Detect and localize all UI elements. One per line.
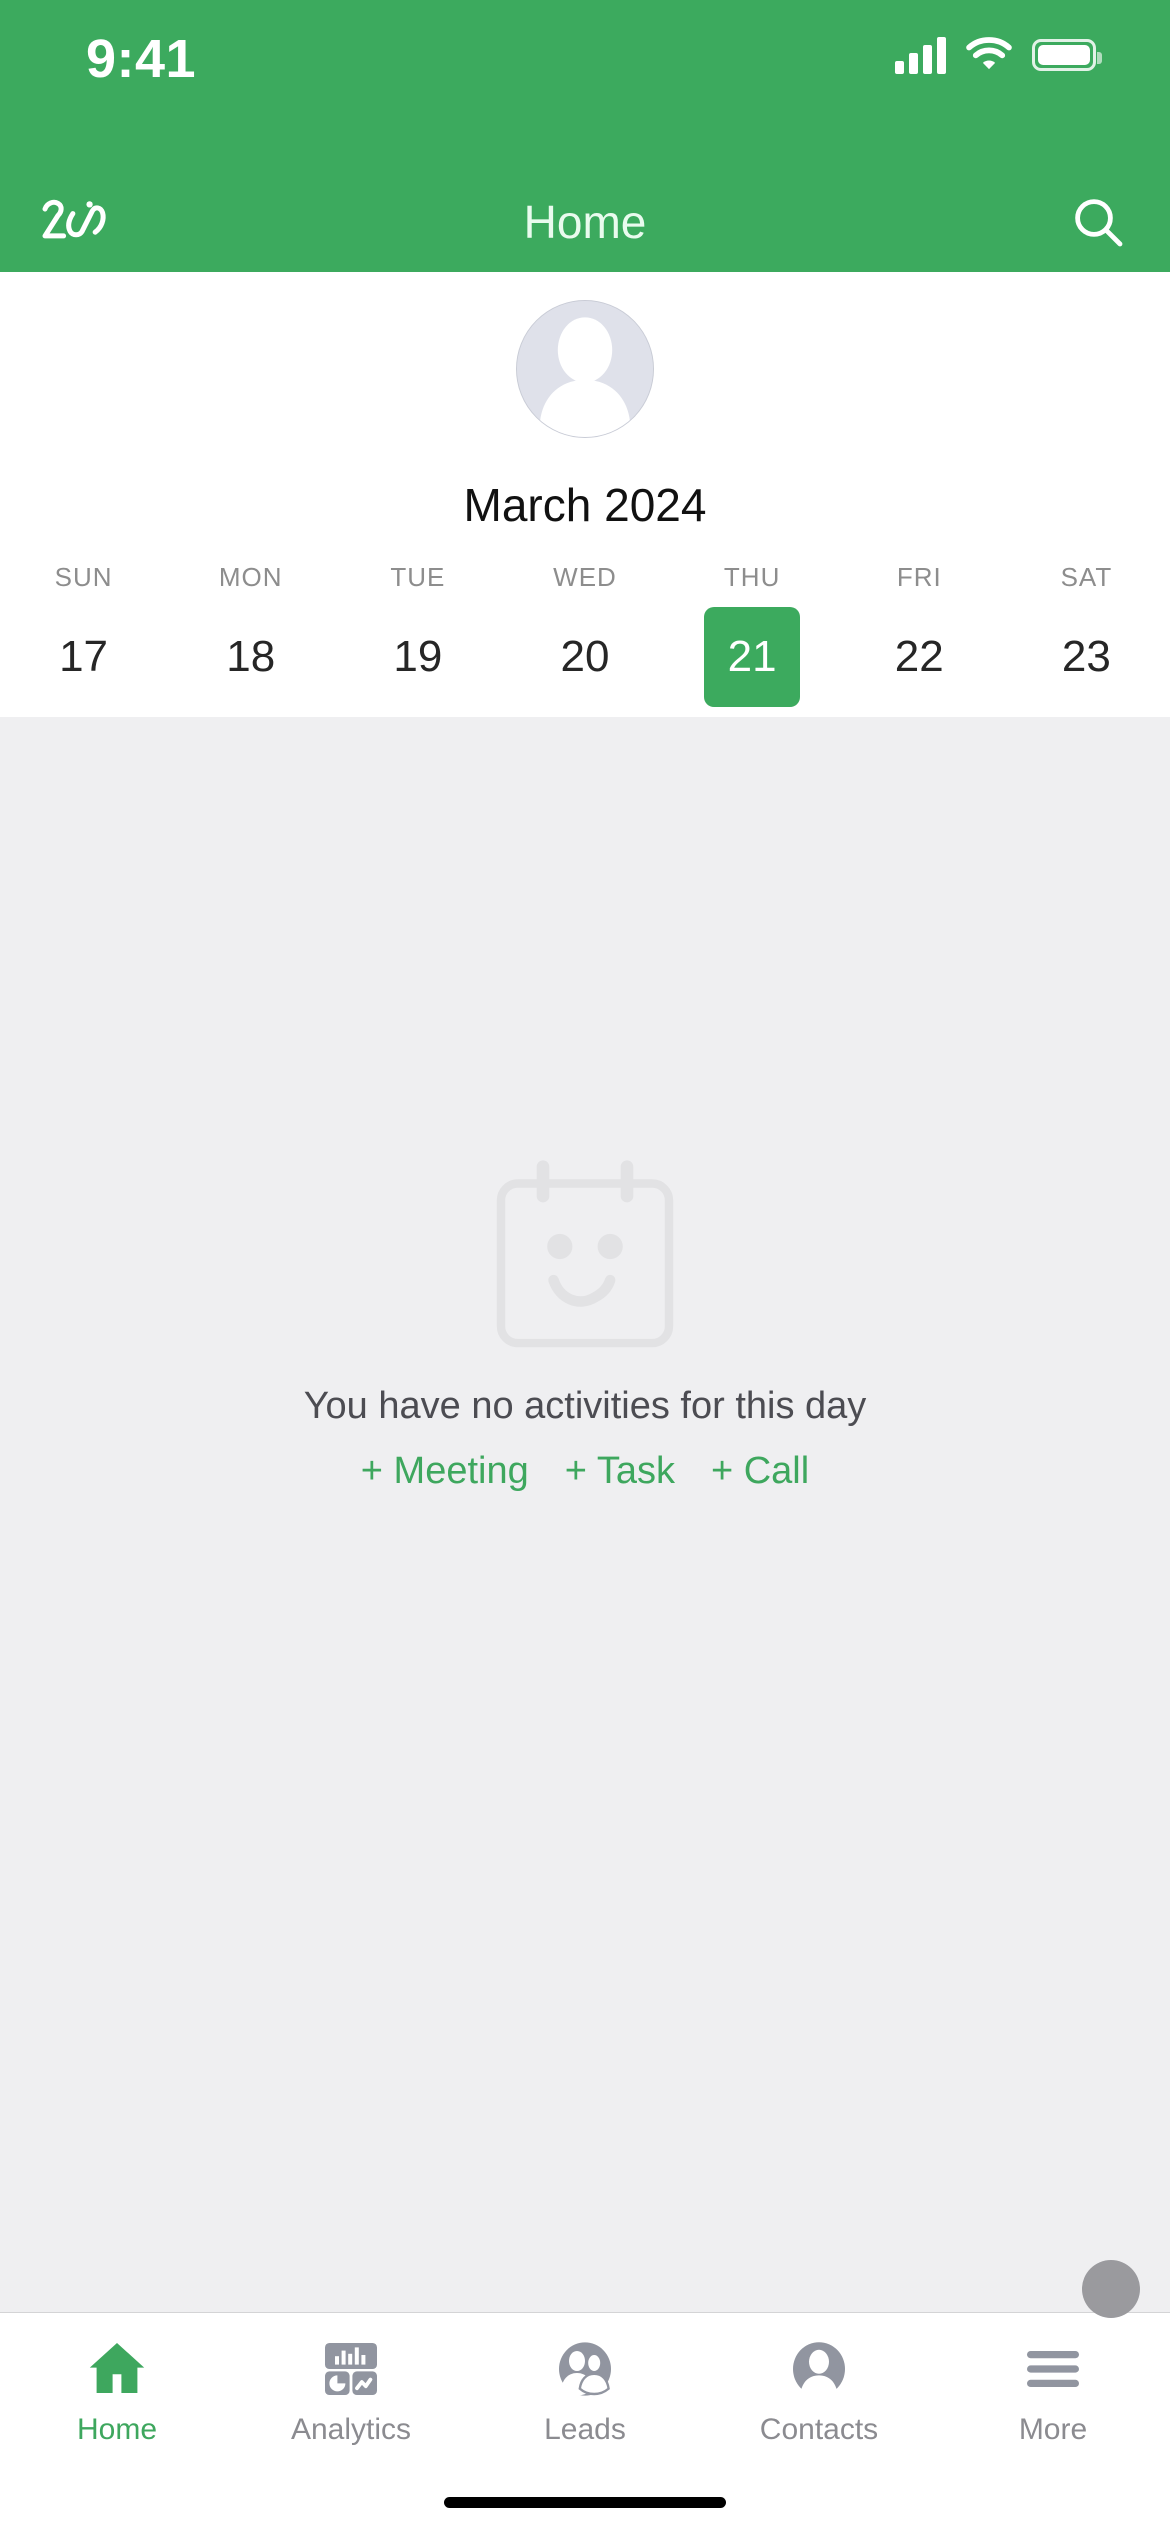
calendar-day-17[interactable]: 17 xyxy=(36,607,132,707)
weekday-label-sat: SAT xyxy=(1060,562,1113,592)
tab-label-leads: Leads xyxy=(544,2413,626,2446)
add-task-link[interactable]: + Task xyxy=(565,1450,675,1493)
calendar-weekday-row: SUN MON TUE WED THU FRI SAT xyxy=(0,562,1170,593)
add-meeting-link[interactable]: + Meeting xyxy=(361,1450,529,1493)
calendar-day-23[interactable]: 23 xyxy=(1038,607,1134,707)
calendar-day-22[interactable]: 22 xyxy=(871,607,967,707)
tab-contacts[interactable]: Contacts xyxy=(702,2338,936,2447)
activities-content-area: You have no activities for this day + Me… xyxy=(0,717,1170,2318)
calendar-day-cell[interactable]: 23 xyxy=(1003,607,1170,707)
user-avatar-placeholder[interactable] xyxy=(516,300,654,438)
weekday-label-tue: TUE xyxy=(390,562,446,592)
weekday-label-wed: WED xyxy=(553,562,617,592)
calendar-date-row: 17 18 19 20 21 22 23 xyxy=(0,607,1170,717)
tab-home[interactable]: Home xyxy=(0,2338,234,2447)
tab-leads[interactable]: Leads xyxy=(468,2338,702,2447)
calendar-day-cell[interactable]: 21 xyxy=(669,607,836,707)
weekday-label-mon: MON xyxy=(218,562,283,592)
calendar-section: March 2024 SUN MON TUE WED THU FRI SAT 1… xyxy=(0,272,1170,717)
tab-label-more: More xyxy=(1018,2413,1088,2446)
tab-more[interactable]: More xyxy=(936,2338,1170,2447)
calendar-smiley-icon xyxy=(480,1152,690,1357)
search-icon[interactable] xyxy=(1070,194,1126,250)
calendar-day-18[interactable]: 18 xyxy=(203,607,299,707)
battery-icon xyxy=(1032,39,1102,71)
tab-label-home: Home xyxy=(76,2413,158,2446)
calendar-day-21-selected[interactable]: 21 xyxy=(704,607,801,707)
empty-state: You have no activities for this day + Me… xyxy=(303,1152,867,1493)
analytics-icon xyxy=(316,2338,386,2400)
status-bar-indicators xyxy=(895,36,1102,74)
calendar-day-cell[interactable]: 17 xyxy=(0,607,167,707)
weekday-label-thu: THU xyxy=(723,562,781,592)
wifi-icon xyxy=(966,37,1012,73)
tab-label-contacts: Contacts xyxy=(759,2413,879,2446)
calendar-day-20[interactable]: 20 xyxy=(537,607,633,707)
calendar-day-19[interactable]: 19 xyxy=(370,607,466,707)
page-title: Home xyxy=(523,196,647,248)
add-call-link[interactable]: + Call xyxy=(711,1450,809,1493)
app-screen: 9:41 Home March 2024 SUN MON TUE WED THU… xyxy=(0,0,1170,2532)
avatar-container xyxy=(0,300,1170,438)
calendar-day-cell[interactable]: 18 xyxy=(167,607,334,707)
bottom-tab-bar: Home Analytics Leads Contacts More xyxy=(0,2312,1170,2472)
tab-label-analytics: Analytics xyxy=(290,2413,412,2446)
weekday-label-fri: FRI xyxy=(896,562,942,592)
hamburger-menu-icon xyxy=(1018,2338,1088,2400)
contacts-icon xyxy=(784,2338,854,2400)
leads-icon xyxy=(550,2338,620,2400)
home-indicator-area xyxy=(0,2472,1170,2532)
calendar-month-label: March 2024 xyxy=(463,479,707,531)
status-bar-time: 9:41 xyxy=(86,29,197,89)
calendar-day-cell[interactable]: 20 xyxy=(501,607,668,707)
home-indicator[interactable] xyxy=(444,2496,726,2508)
navigation-bar: Home xyxy=(0,172,1170,272)
calendar-day-cell[interactable]: 19 xyxy=(334,607,501,707)
floating-action-button[interactable] xyxy=(1082,2260,1140,2318)
empty-state-message: You have no activities for this day xyxy=(303,1385,867,1427)
weekday-label-sun: SUN xyxy=(54,562,113,592)
cellular-signal-icon xyxy=(895,36,946,74)
tab-analytics[interactable]: Analytics xyxy=(234,2338,468,2447)
quick-action-row: + Meeting + Task + Call xyxy=(361,1450,809,1493)
calendar-day-cell[interactable]: 22 xyxy=(836,607,1003,707)
status-bar: 9:41 xyxy=(0,0,1170,172)
home-icon xyxy=(82,2338,152,2400)
